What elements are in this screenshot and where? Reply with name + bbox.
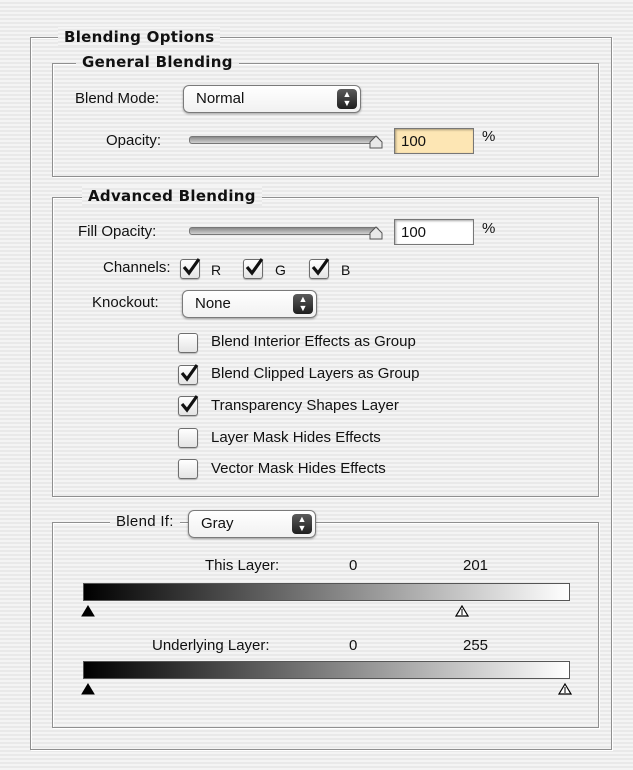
- white-triangle-icon[interactable]: [455, 605, 469, 617]
- transparency-shapes-checkbox[interactable]: [178, 395, 199, 416]
- fill-opacity-input[interactable]: 100: [394, 219, 474, 245]
- channel-r-label: R: [211, 262, 222, 278]
- blend-if-group: [52, 522, 599, 728]
- general-blending-title: General Blending: [76, 52, 239, 72]
- fill-opacity-label: Fill Opacity:: [78, 223, 157, 240]
- channels-label: Channels:: [103, 259, 171, 276]
- layer-mask-hides-checkbox[interactable]: [178, 428, 198, 448]
- black-triangle-icon[interactable]: [81, 683, 95, 695]
- blending-options-title: Blending Options: [58, 27, 221, 47]
- blend-mode-select[interactable]: Normal ▲ ▼: [183, 85, 361, 113]
- slider-thumb-icon[interactable]: [369, 135, 383, 149]
- knockout-label: Knockout:: [92, 294, 159, 311]
- blend-mode-value: Normal: [196, 90, 245, 107]
- this-layer-high-value: 201: [463, 557, 489, 574]
- checkmark-icon: [180, 395, 199, 413]
- up-down-arrows-icon: ▲ ▼: [337, 89, 357, 109]
- general-blending-group: [52, 63, 599, 177]
- blend-interior-effects-label: Blend Interior Effects as Group: [211, 333, 416, 350]
- channel-b-checkbox[interactable]: [309, 258, 330, 279]
- layer-mask-hides-label: Layer Mask Hides Effects: [211, 429, 381, 446]
- blend-clipped-layers-checkbox[interactable]: [178, 364, 199, 385]
- opacity-value: 100: [401, 133, 427, 150]
- knockout-value: None: [195, 295, 231, 312]
- blend-clipped-layers-label: Blend Clipped Layers as Group: [211, 365, 420, 382]
- up-down-arrows-icon: ▲ ▼: [292, 514, 312, 534]
- knockout-select[interactable]: None ▲ ▼: [182, 290, 317, 318]
- checkmark-icon: [182, 258, 201, 276]
- this-layer-gradient-bar: [83, 583, 570, 601]
- channel-g-checkbox[interactable]: [243, 258, 264, 279]
- opacity-label: Opacity:: [106, 132, 162, 149]
- underlying-layer-low-value: 0: [349, 637, 358, 654]
- this-layer-low-value: 0: [349, 557, 358, 574]
- opacity-input[interactable]: 100: [394, 128, 474, 154]
- white-triangle-icon[interactable]: [558, 683, 572, 695]
- advanced-blending-title: Advanced Blending: [82, 186, 262, 206]
- fill-opacity-unit: %: [482, 220, 496, 237]
- checkmark-icon: [180, 364, 199, 382]
- black-triangle-icon[interactable]: [81, 605, 95, 617]
- fill-opacity-value: 100: [401, 224, 427, 241]
- this-layer-label: This Layer:: [205, 557, 280, 574]
- blend-if-select[interactable]: Gray ▲ ▼: [188, 510, 316, 538]
- checkmark-icon: [245, 258, 264, 276]
- up-down-arrows-icon: ▲ ▼: [293, 294, 313, 314]
- blend-if-value: Gray: [201, 515, 234, 532]
- underlying-layer-high-value: 255: [463, 637, 489, 654]
- blend-mode-label: Blend Mode:: [75, 90, 160, 107]
- channel-r-checkbox[interactable]: [180, 258, 201, 279]
- opacity-slider[interactable]: [189, 136, 379, 144]
- fill-opacity-slider[interactable]: [189, 227, 379, 235]
- vector-mask-hides-checkbox[interactable]: [178, 459, 198, 479]
- blend-if-label: Blend If:: [110, 512, 180, 532]
- opacity-unit: %: [482, 128, 496, 145]
- slider-thumb-icon[interactable]: [369, 226, 383, 240]
- transparency-shapes-label: Transparency Shapes Layer: [211, 397, 399, 414]
- underlying-layer-label: Underlying Layer:: [152, 637, 270, 654]
- checkmark-icon: [311, 258, 330, 276]
- blend-interior-effects-checkbox[interactable]: [178, 333, 198, 353]
- vector-mask-hides-label: Vector Mask Hides Effects: [211, 460, 386, 477]
- channel-b-label: B: [341, 262, 351, 278]
- underlying-layer-gradient-bar: [83, 661, 570, 679]
- channel-g-label: G: [275, 262, 286, 278]
